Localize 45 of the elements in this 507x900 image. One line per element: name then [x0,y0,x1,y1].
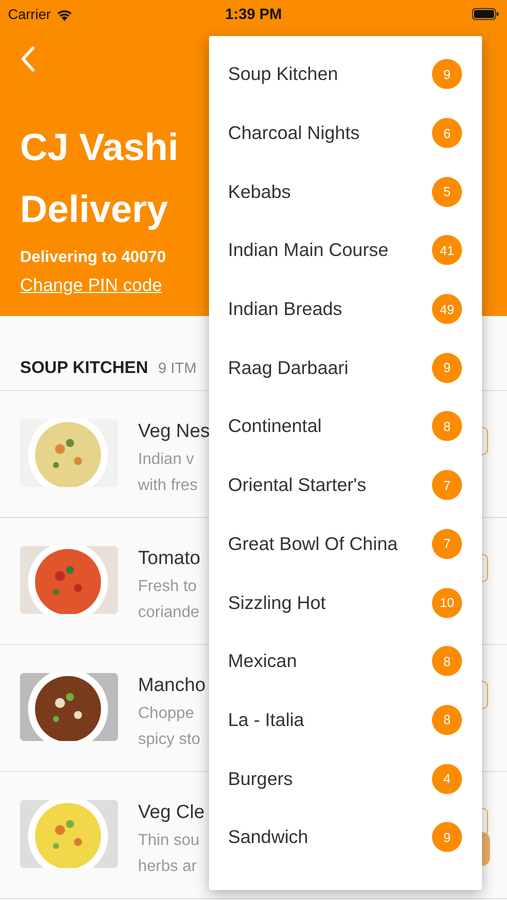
count-badge: 8 [432,411,462,442]
category-item[interactable]: Indian Main Course [228,239,388,262]
category-item[interactable]: Soup Kitchen [228,63,338,86]
count-badge: 6 [432,118,462,148]
battery-icon [472,8,499,20]
dish-description: Indian v with fres [138,450,199,496]
category-item[interactable]: Sandwich [228,826,308,848]
carrier-name: Carrier [8,6,51,22]
category-item[interactable]: Mexican [228,650,297,672]
count-badge: 9 [432,59,462,90]
dish-name[interactable]: Tomato [138,548,200,570]
count-badge: 8 [432,704,462,735]
count-badge: 9 [432,822,462,852]
category-item[interactable]: Oriental Starter's [228,474,366,496]
dish-name[interactable]: Veg Nes [138,421,210,443]
count-badge: 10 [432,588,462,618]
wifi-icon [56,8,73,20]
count-badge: 9 [432,352,462,383]
item-count: 9 ITM [158,360,196,377]
dish-name[interactable]: Mancho [138,675,206,697]
category-item[interactable]: Sizzling Hot [228,592,326,614]
count-badge: 41 [432,235,462,266]
count-badge: 49 [432,294,462,324]
delivery-address: Delivering to 40070 [20,249,166,267]
category-item[interactable]: La - Italia [228,708,304,731]
section-title: SOUP KITCHEN [20,358,148,378]
status-time: 1:39 PM [225,6,282,22]
count-badge: 7 [432,470,462,500]
count-badge: 7 [432,528,462,559]
category-item[interactable]: Great Bowl Of China [228,532,398,555]
category-item[interactable]: Kebabs [228,180,291,203]
back-icon[interactable] [20,46,36,72]
count-badge: 4 [432,764,462,794]
count-badge: 8 [432,646,462,676]
dish-name[interactable]: Veg Cle [138,802,205,824]
category-item[interactable]: Charcoal Nights [228,122,360,144]
category-item[interactable]: Indian Breads [228,298,342,320]
dish-description: Thin sou herbs ar [138,831,200,877]
category-item[interactable]: Continental [228,415,322,438]
count-badge: 5 [432,176,462,207]
category-item[interactable]: Raag Darbaari [228,356,348,379]
category-item[interactable]: Burgers [228,768,293,790]
dish-description: Fresh to coriande [138,577,200,623]
dish-description: Choppe spicy sto [138,704,202,750]
restaurant-title: CJ Vashi Delivery [20,126,178,233]
